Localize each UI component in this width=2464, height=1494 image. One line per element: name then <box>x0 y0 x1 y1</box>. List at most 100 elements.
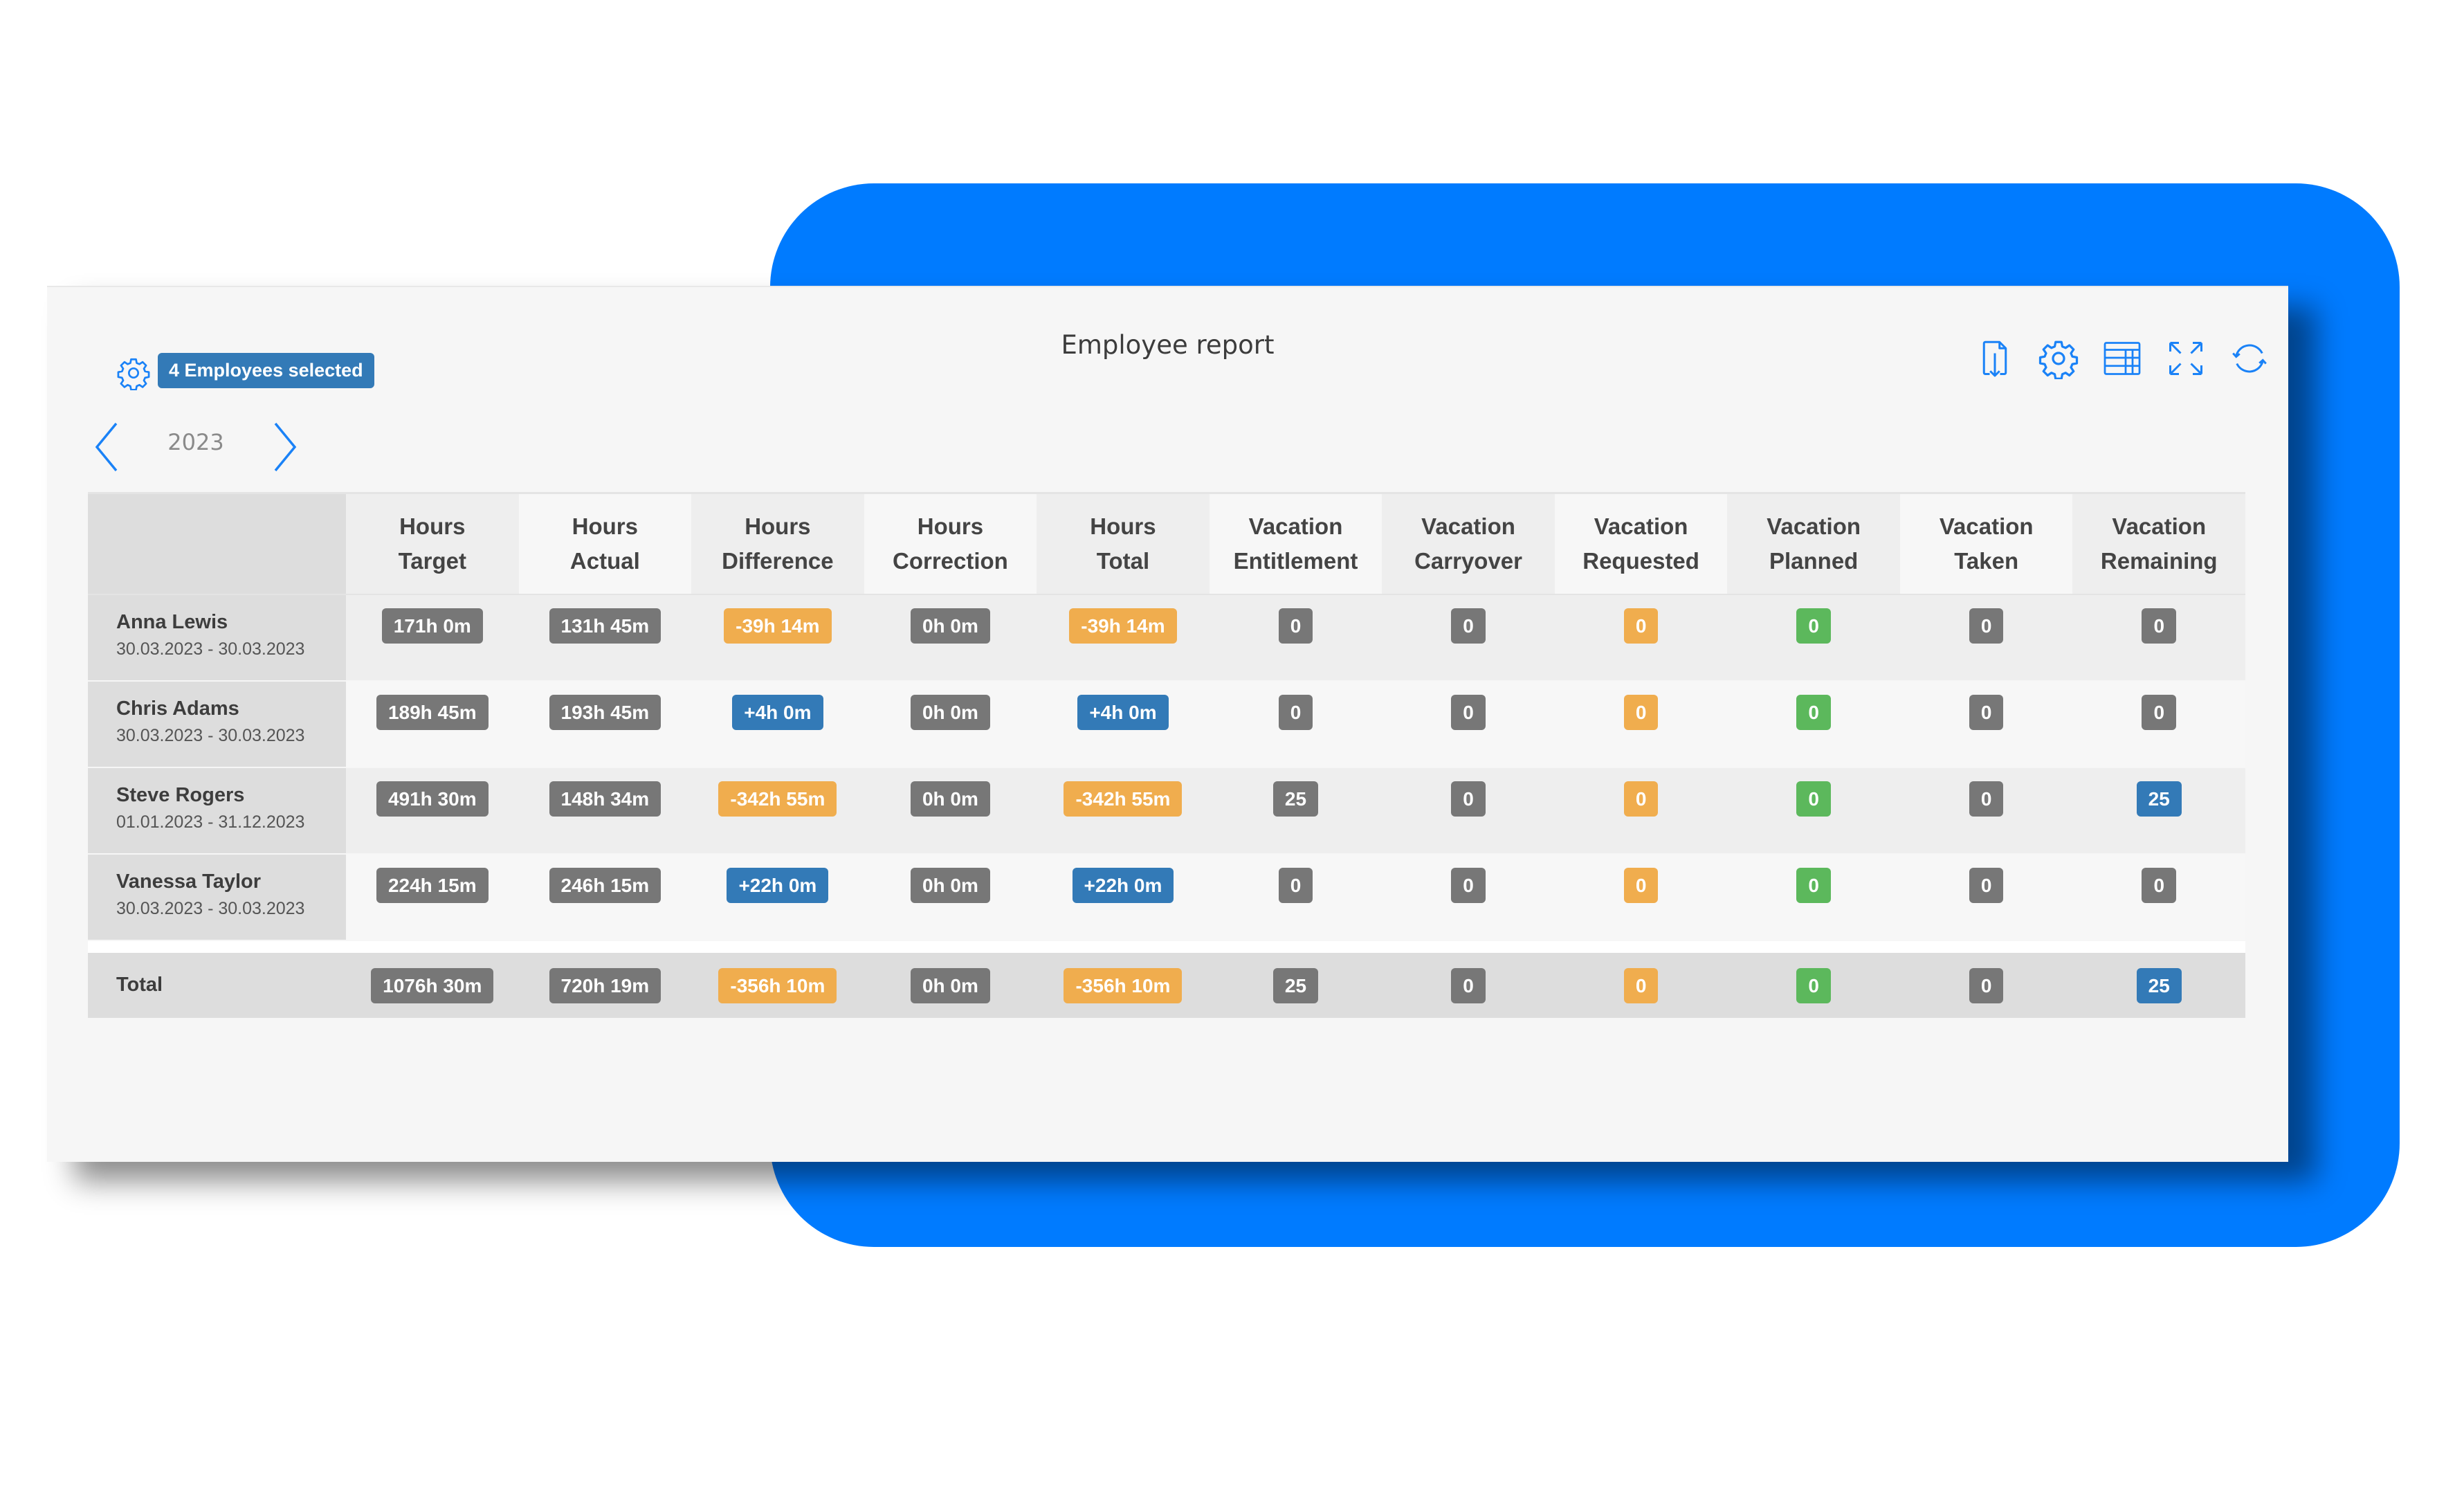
employee-cell: Vanessa Taylor 30.03.2023 - 30.03.2023 <box>88 855 346 940</box>
value-badge: -39h 14m <box>1069 608 1177 644</box>
table-row[interactable]: Steve Rogers 01.01.2023 - 31.12.2023 491h … <box>88 768 2246 853</box>
table-cell: 491h 30m <box>346 768 519 853</box>
column-header-line: Vacation <box>1594 513 1688 539</box>
value-badge: 0 <box>1623 781 1659 817</box>
value-badge: 0 <box>1278 695 1313 730</box>
table-cell: 720h 19m <box>519 953 692 1018</box>
value-badge: 0h 0m <box>910 968 990 1003</box>
column-header[interactable]: Vacation Requested <box>1554 494 1728 594</box>
table-cell: +22h 0m <box>691 855 864 940</box>
table-cell: 171h 0m <box>346 595 519 680</box>
value-badge: 0 <box>1969 608 2004 644</box>
column-header[interactable]: Vacation Entitlement <box>1209 494 1382 594</box>
export-file-icon[interactable] <box>1974 338 2016 379</box>
table-cell: 0 <box>1382 682 1555 767</box>
column-header-line: Target <box>398 548 466 574</box>
column-header[interactable]: Vacation Carryover <box>1382 494 1555 594</box>
value-badge: 189h 45m <box>376 695 489 730</box>
page-title: Employee report <box>1061 330 1275 360</box>
column-header[interactable]: Hours Correction <box>864 494 1037 594</box>
value-badge: 0 <box>1796 781 1831 817</box>
table-cell: 189h 45m <box>346 682 519 767</box>
total-gap <box>88 941 2245 953</box>
table-row[interactable]: Chris Adams 30.03.2023 - 30.03.2023 189h 4… <box>88 682 2246 767</box>
table-cell: 224h 15m <box>346 855 519 940</box>
value-badge: 0 <box>1451 781 1486 817</box>
column-header[interactable]: Hours Difference <box>691 494 864 594</box>
refresh-icon[interactable] <box>2229 338 2270 379</box>
value-badge: 0 <box>2142 608 2177 644</box>
value-badge: 0 <box>1969 968 2004 1003</box>
table-cell: 131h 45m <box>518 595 692 680</box>
value-badge: -356h 10m <box>1064 968 1183 1003</box>
table-cell: 0 <box>1554 682 1728 767</box>
settings-icon[interactable] <box>2038 338 2079 379</box>
total-label-cell: Total <box>88 953 346 1018</box>
table-cell: 1076h 30m <box>346 953 519 1018</box>
employee-report-panel: Employee report 4 Employees selected 202… <box>47 286 2288 1162</box>
table-cell: -356h 10m <box>691 953 864 1018</box>
table-cell: 0 <box>1900 953 2073 1018</box>
value-badge: 0 <box>2142 868 2177 903</box>
table-view-icon[interactable] <box>2101 338 2143 379</box>
fullscreen-icon[interactable] <box>2165 338 2207 379</box>
total-label: Total <box>116 974 163 996</box>
column-header-line: Hours <box>745 513 811 539</box>
value-badge: 171h 0m <box>381 608 483 644</box>
table-cell: 25 <box>1210 953 1382 1018</box>
employee-date-range: 30.03.2023 - 30.03.2023 <box>116 639 305 659</box>
column-header[interactable]: Vacation Planned <box>1727 494 1900 594</box>
table-cell: -39h 14m <box>691 595 864 680</box>
employees-selected-badge[interactable]: 4 Employees selected <box>158 353 374 388</box>
column-header-line: Difference <box>722 548 834 574</box>
value-badge: 0 <box>1969 695 2004 730</box>
column-header-line: Vacation <box>1248 513 1343 539</box>
value-badge: 224h 15m <box>376 868 489 903</box>
employee-filter-gear-icon[interactable] <box>116 356 151 390</box>
table-cell: 0 <box>1727 682 1900 767</box>
value-badge: 491h 30m <box>376 781 489 817</box>
value-badge: 246h 15m <box>549 868 661 903</box>
value-badge: 0 <box>1451 608 1486 644</box>
header-name-column <box>88 494 346 594</box>
column-header-line: Vacation <box>1421 513 1515 539</box>
column-header-line: Vacation <box>1767 513 1861 539</box>
table-cell: 25 <box>1209 768 1382 853</box>
table-cell: 148h 34m <box>518 768 692 853</box>
next-year-chevron-icon[interactable] <box>271 422 299 472</box>
table-cell: -342h 55m <box>1037 768 1210 853</box>
value-badge: 0 <box>1623 608 1659 644</box>
table-cell: 0 <box>1899 595 2073 680</box>
table-cell: 246h 15m <box>518 855 692 940</box>
report-toolbar <box>1974 338 2270 379</box>
employee-date-range: 30.03.2023 - 30.03.2023 <box>116 726 305 745</box>
value-badge: 0 <box>2142 695 2177 730</box>
table-cell: 0 <box>1727 768 1900 853</box>
value-badge: -342h 55m <box>718 781 837 817</box>
table-cell: 0 <box>2072 855 2246 940</box>
table-cell: 0 <box>1209 682 1382 767</box>
column-header-line: Correction <box>892 548 1008 574</box>
column-header-line: Hours <box>1090 513 1156 539</box>
column-header[interactable]: Vacation Taken <box>1899 494 2073 594</box>
table-cell: -342h 55m <box>691 768 864 853</box>
column-header-line: Hours <box>572 513 638 539</box>
table-cell: 0 <box>1727 855 1900 940</box>
value-badge: 0 <box>1969 868 2004 903</box>
value-badge: +4h 0m <box>1077 695 1169 730</box>
column-header[interactable]: Hours Actual <box>518 494 692 594</box>
column-header-line: Actual <box>569 548 640 574</box>
table-cell: 0 <box>1554 855 1728 940</box>
table-row[interactable]: Anna Lewis 30.03.2023 - 30.03.2023 171h 0m… <box>88 595 2246 680</box>
value-badge: 0 <box>1796 695 1831 730</box>
column-header-line: Vacation <box>1939 513 2034 539</box>
column-header[interactable]: Hours Total <box>1037 494 1210 594</box>
previous-year-chevron-icon[interactable] <box>93 422 120 472</box>
table-header: Hours Target Hours Actual Hours Difference Hou… <box>88 492 2246 595</box>
column-header[interactable]: Vacation Remaining <box>2072 494 2246 594</box>
column-header[interactable]: Hours Target <box>346 494 519 594</box>
table-cell: 193h 45m <box>518 682 692 767</box>
table-row[interactable]: Vanessa Taylor 30.03.2023 - 30.03.2023 224… <box>88 855 2246 940</box>
table-cell: 0h 0m <box>864 855 1037 940</box>
value-badge: 0 <box>1451 968 1486 1003</box>
